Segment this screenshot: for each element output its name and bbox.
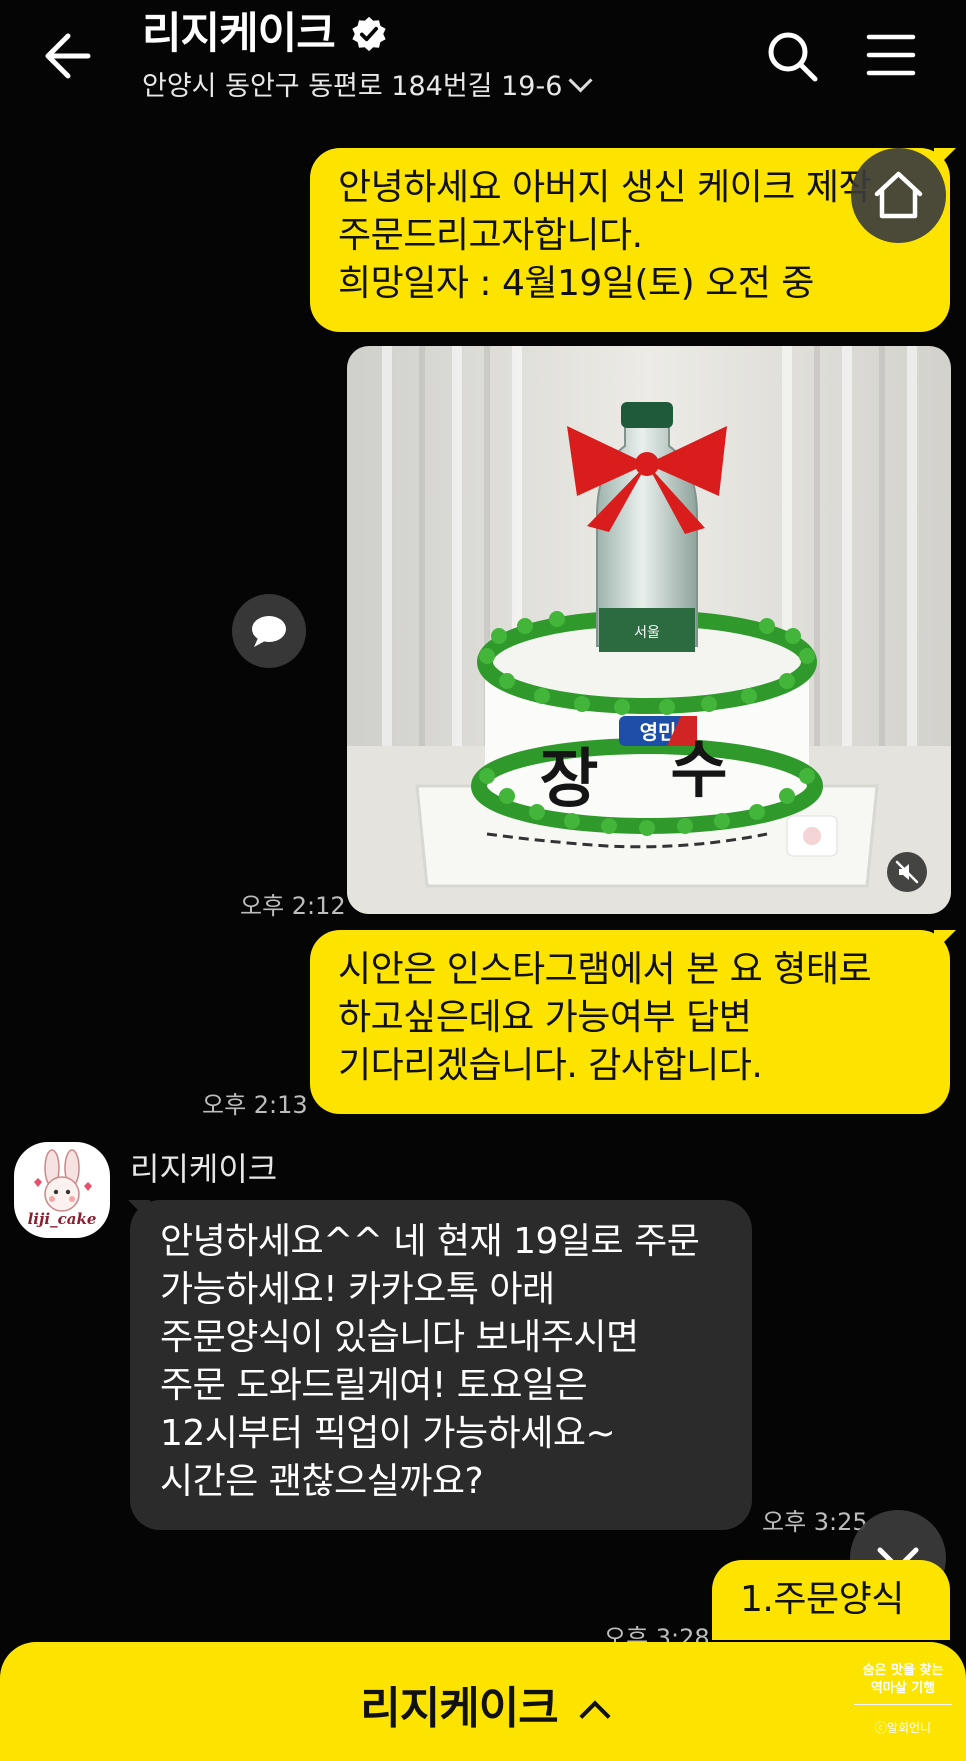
mute-button[interactable] <box>887 852 927 892</box>
back-arrow-icon <box>45 33 91 79</box>
chevron-down-icon <box>568 68 593 93</box>
home-button[interactable] <box>851 148 946 243</box>
watermark-line3: ⓒ알회언니 <box>874 1721 932 1735</box>
share-button[interactable] <box>232 594 306 668</box>
avatar-text: liji_cake <box>27 1210 97 1228</box>
message-line: 하고싶은데요 가능여부 답변 <box>338 997 752 1038</box>
cake-text-left: 장 <box>540 742 599 817</box>
bottom-channel-label: 리지케이크 <box>360 1683 558 1734</box>
message-line: 시안은 인스타그램에서 본 요 형태로 <box>338 949 872 990</box>
watermark-divider <box>854 1704 952 1705</box>
cake-image: 서울 영민 장 수 <box>347 346 951 914</box>
watermark: 숨은 맛을 찾는 역마살 기행 ⓒ알회언니 <box>848 1662 958 1737</box>
watermark-line1: 숨은 맛을 찾는 <box>862 1663 944 1678</box>
sent-message-bubble[interactable]: 시안은 인스타그램에서 본 요 형태로 하고싶은데요 가능여부 답변 기다리겠습… <box>310 930 950 1114</box>
message-line: 시간은 괜찮으실까요? <box>160 1461 484 1502</box>
mute-icon <box>895 860 919 884</box>
bottom-channel-button[interactable]: 리지케이크 <box>0 1672 966 1736</box>
verified-badge-icon <box>352 16 386 52</box>
chat-bubble-icon <box>252 616 286 647</box>
cake-text-right: 수 <box>670 733 727 806</box>
search-button[interactable] <box>764 28 820 84</box>
search-icon <box>768 32 818 82</box>
bubble-tail <box>934 930 956 952</box>
message-line: 가능하세요! 카카오톡 아래 <box>160 1269 555 1310</box>
address-text: 안양시 동안구 동편로 184번길 19-6 <box>142 71 563 102</box>
caret-up-icon <box>579 1700 611 1732</box>
message-time: 오후 2:12 <box>240 892 346 920</box>
received-message-bubble[interactable]: 안녕하세요^^ 네 현재 19일로 주문 가능하세요! 카카오톡 아래 주문양식… <box>130 1200 752 1530</box>
bottle-label: 서울 <box>634 625 660 641</box>
message-line: 주문드리고자합니다. <box>338 215 643 256</box>
chat-header: 리지케이크 <box>142 6 388 62</box>
menu-button[interactable] <box>866 32 916 78</box>
watermark-line2: 역마살 기행 <box>870 1681 936 1696</box>
home-icon <box>874 171 923 219</box>
sender-name: 리지케이크 <box>130 1150 278 1188</box>
message-line: 희망일자 : 4월19일(토) 오전 중 <box>338 263 814 304</box>
menu-icon <box>866 34 916 76</box>
message-line: 주문양식이 있습니다 보내주시면 <box>160 1317 639 1358</box>
store-address[interactable]: 안양시 동안구 동편로 184번길 19-6 <box>142 64 593 103</box>
message-time: 오후 2:13 <box>202 1091 308 1119</box>
message-line: 기다리겠습니다. 감사합니다. <box>338 1045 763 1086</box>
message-line: 안녕하세요^^ 네 현재 19일로 주문 <box>160 1221 700 1262</box>
back-button[interactable] <box>40 28 96 84</box>
chat-title: 리지케이크 <box>142 9 336 59</box>
cake-photo[interactable]: 서울 영민 장 수 <box>347 346 951 914</box>
message-line: 안녕하세요 아버지 생신 케이크 제작 <box>338 167 872 208</box>
message-line: 1.주문양식 <box>740 1579 904 1620</box>
message-line: 12시부터 픽업이 가능하세요~ <box>160 1413 616 1454</box>
sent-message-bubble[interactable]: 1.주문양식 <box>712 1560 950 1640</box>
message-line: 주문 도와드릴게여! 토요일은 <box>160 1365 588 1406</box>
avatar[interactable]: liji_cake <box>14 1142 110 1238</box>
